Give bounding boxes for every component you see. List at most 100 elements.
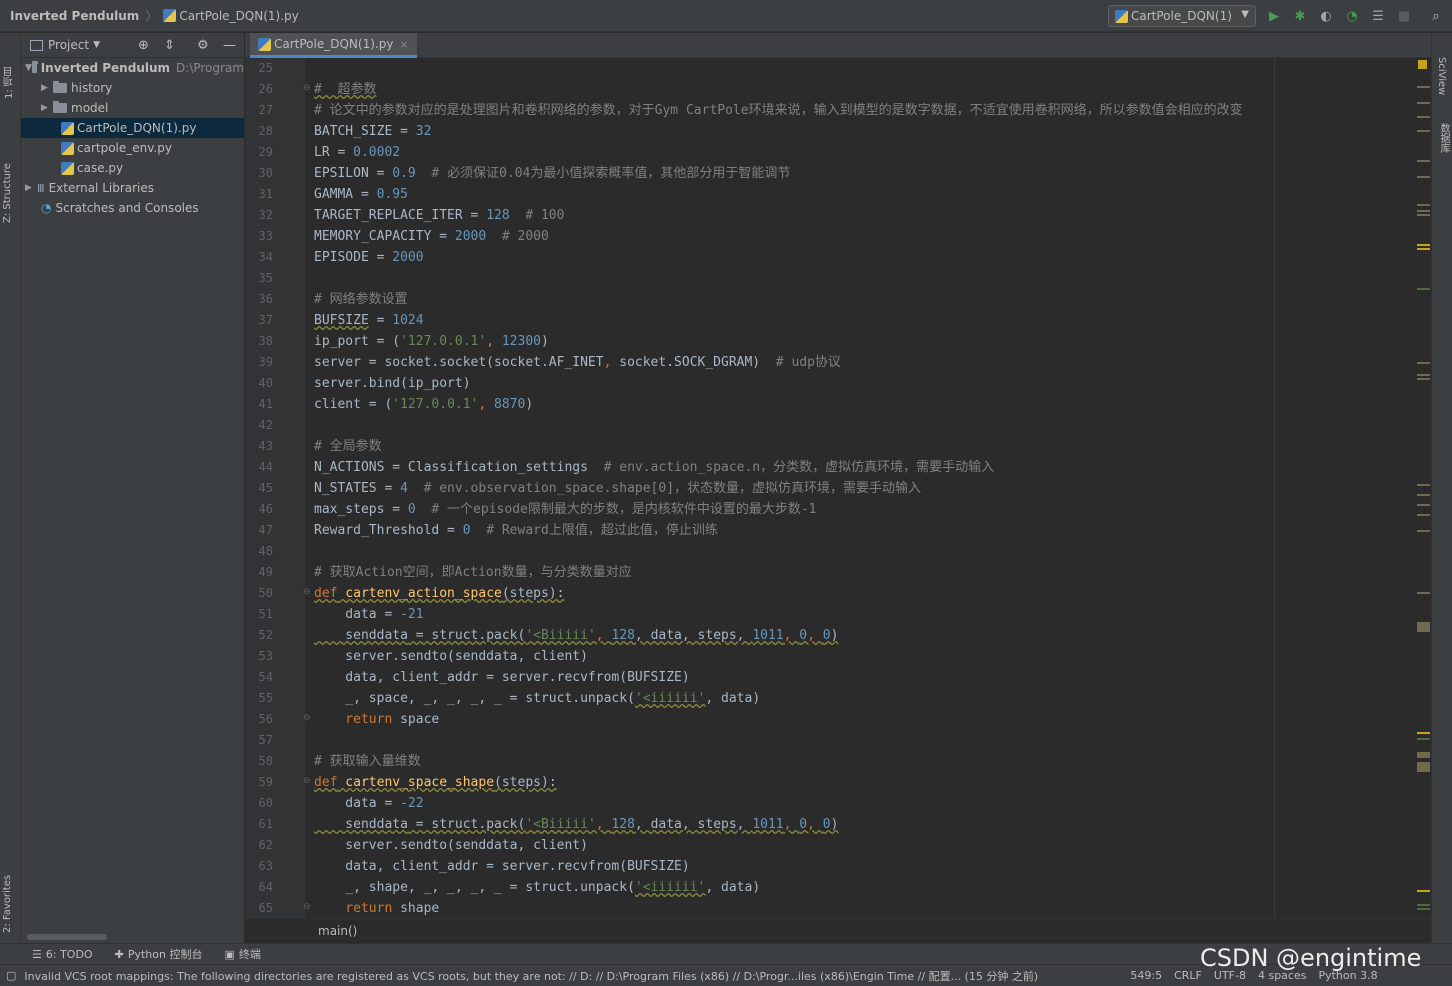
- marker[interactable]: [1417, 204, 1430, 206]
- debug-icon[interactable]: ✱: [1292, 8, 1308, 24]
- marker[interactable]: [1417, 244, 1430, 246]
- code-line: # 网络参数设置: [314, 292, 408, 307]
- minimize-icon[interactable]: —: [223, 38, 236, 53]
- chevron-right-icon[interactable]: ▶: [41, 103, 53, 113]
- marker[interactable]: [1417, 484, 1430, 486]
- search-icon[interactable]: ⌕: [1428, 8, 1444, 24]
- editor-gutter: 25 26 27 28 29 30 31 32 33 34 35 36 37 3…: [245, 58, 311, 918]
- marker[interactable]: [1417, 890, 1430, 892]
- code-editor[interactable]: # 超参数 # 论文中的参数对应的是处理图片和卷积网络的参数，对于Gym Car…: [305, 58, 1416, 918]
- tab-structure[interactable]: Z: Structure: [2, 143, 13, 223]
- tab-database[interactable]: 数据库: [1436, 123, 1451, 173]
- marker[interactable]: [1417, 530, 1430, 532]
- tree-item-label: case.py: [77, 161, 124, 175]
- tab-favorites[interactable]: 2: Favorites: [2, 853, 13, 933]
- marker[interactable]: [1417, 908, 1430, 910]
- code-line: EPSILON = 0.9 # 必须保证0.04为最小值探索概率值，其他部分用于…: [314, 166, 791, 181]
- error-stripe[interactable]: [1416, 58, 1431, 918]
- marker[interactable]: [1417, 86, 1430, 88]
- marker[interactable]: [1417, 248, 1430, 250]
- run-config-select[interactable]: CartPole_DQN(1) ▼: [1108, 5, 1256, 27]
- marker[interactable]: [1417, 904, 1430, 906]
- code-line: _, space, _, _, _, _ = struct.unpack('<i…: [314, 691, 761, 706]
- code-line: GAMMA = 0.95: [314, 187, 408, 202]
- coverage-icon[interactable]: ◐: [1318, 8, 1334, 24]
- code-line: MEMORY_CAPACITY = 2000 # 2000: [314, 229, 549, 244]
- chevron-right-icon[interactable]: ▶: [41, 83, 53, 93]
- tab-cartpole-dqn[interactable]: CartPole_DQN(1).py ×: [250, 33, 417, 58]
- tree-item-cartpole-env[interactable]: cartpole_env.py: [21, 138, 244, 158]
- tab-python-console[interactable]: Python 控制台: [128, 946, 203, 962]
- tree-item-case[interactable]: case.py: [21, 158, 244, 178]
- title-file[interactable]: CartPole_DQN(1).py: [179, 9, 298, 23]
- marker[interactable]: [1417, 494, 1430, 496]
- title-project[interactable]: Inverted Pendulum: [10, 9, 139, 23]
- marker[interactable]: [1417, 752, 1430, 758]
- code-line: return space: [314, 712, 440, 727]
- gear-icon[interactable]: ⚙: [197, 38, 209, 53]
- marker[interactable]: [1417, 374, 1430, 376]
- marker[interactable]: [1417, 762, 1430, 772]
- line-number: 52: [258, 628, 273, 642]
- marker[interactable]: [1417, 592, 1430, 594]
- marker[interactable]: [1417, 160, 1430, 162]
- marker[interactable]: [1417, 288, 1430, 290]
- marker[interactable]: [1417, 130, 1430, 132]
- marker[interactable]: [1417, 116, 1430, 118]
- tree-item-scratches[interactable]: ◔ Scratches and Consoles: [21, 198, 244, 218]
- folder-icon: [53, 81, 67, 93]
- locate-icon[interactable]: ⊕: [138, 38, 149, 53]
- marker[interactable]: [1417, 514, 1430, 516]
- breadcrumb-item[interactable]: main(): [318, 924, 357, 938]
- scrollbar-thumb[interactable]: [27, 934, 107, 940]
- title-separator: 〉: [145, 9, 158, 23]
- line-number: 41: [258, 397, 273, 411]
- marker[interactable]: [1417, 732, 1430, 734]
- tab-project[interactable]: 1: 项目: [2, 39, 17, 99]
- marker[interactable]: [1417, 210, 1430, 212]
- tree-root[interactable]: ▼ Inverted Pendulum D:\Program: [21, 58, 244, 78]
- marker[interactable]: [1417, 176, 1430, 178]
- marker[interactable]: [1417, 362, 1430, 364]
- status-line-separator[interactable]: CRLF: [1174, 969, 1202, 982]
- tab-sciview[interactable]: SciView: [1436, 57, 1447, 107]
- tree-item-cartpole-dqn[interactable]: CartPole_DQN(1).py: [21, 118, 244, 138]
- marker[interactable]: [1417, 738, 1430, 740]
- marker[interactable]: [1417, 214, 1430, 216]
- profile-icon[interactable]: ◔: [1344, 8, 1360, 24]
- line-number: 44: [258, 460, 273, 474]
- build-icon[interactable]: ☰: [1370, 8, 1386, 24]
- project-horizontal-scrollbar[interactable]: [21, 932, 244, 943]
- code-line: # 超参数: [314, 82, 377, 97]
- line-number: 60: [258, 796, 273, 810]
- close-icon[interactable]: ×: [399, 38, 408, 51]
- status-message[interactable]: Invalid VCS root mappings: The following…: [24, 968, 1120, 984]
- run-icon[interactable]: ▶: [1266, 8, 1282, 24]
- warning-marker[interactable]: [1418, 60, 1427, 69]
- chevron-down-icon[interactable]: ▼: [25, 63, 32, 73]
- stop-icon[interactable]: ■: [1396, 8, 1412, 24]
- line-number: 33: [258, 229, 273, 243]
- tree-item-label: CartPole_DQN(1).py: [77, 121, 197, 135]
- status-toggle-icon[interactable]: ▢: [6, 969, 16, 982]
- code-line: def cartenv_action_space(steps):: [314, 586, 565, 601]
- line-number: 28: [258, 124, 273, 138]
- tree-item-history[interactable]: ▶ history: [21, 78, 244, 98]
- marker[interactable]: [1417, 378, 1430, 380]
- chevron-down-icon[interactable]: ▼: [93, 40, 100, 50]
- code-line: data = -21: [314, 607, 424, 622]
- collapse-icon[interactable]: ⇕: [164, 38, 175, 53]
- marker[interactable]: [1417, 622, 1430, 632]
- tab-terminal[interactable]: 终端: [239, 946, 261, 962]
- marker[interactable]: [1417, 102, 1430, 104]
- tree-item-model[interactable]: ▶ model: [21, 98, 244, 118]
- folder-icon: [31, 61, 38, 73]
- tab-todo[interactable]: 6: TODO: [46, 948, 93, 961]
- code-line: server.sendto(senddata, client): [314, 649, 588, 664]
- library-icon: Ⅲ: [37, 181, 45, 195]
- status-position[interactable]: 549:5: [1130, 969, 1162, 982]
- tree-item-external-libraries[interactable]: ▶ Ⅲ External Libraries: [21, 178, 244, 198]
- chevron-right-icon[interactable]: ▶: [25, 183, 37, 193]
- marker[interactable]: [1417, 504, 1430, 506]
- project-panel-title[interactable]: Project: [48, 38, 89, 52]
